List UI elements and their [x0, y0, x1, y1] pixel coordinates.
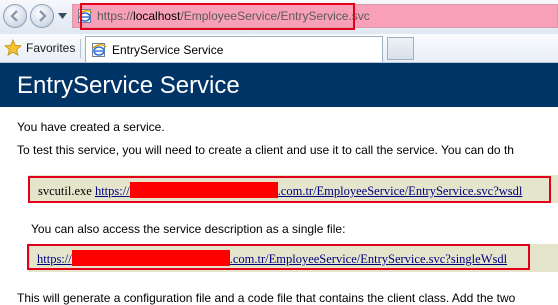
singlewsdl-highlight-box	[27, 244, 530, 270]
forward-icon	[39, 10, 47, 22]
wsdl-highlight-box	[28, 176, 551, 203]
favorites-star-icon	[4, 39, 22, 57]
recent-pages-icon[interactable]	[58, 12, 67, 20]
new-tab-button[interactable]	[387, 37, 414, 60]
generate-text: This will generate a configuration file …	[17, 291, 516, 305]
intro-text: You have created a service.	[17, 120, 165, 134]
test-instructions-text: To test this service, you will need to c…	[17, 143, 514, 157]
toolbar-separator	[80, 39, 81, 58]
forward-button[interactable]	[30, 4, 54, 28]
back-button[interactable]	[3, 4, 27, 28]
address-highlight-box	[80, 3, 355, 30]
single-file-text: You can also access the service descript…	[31, 222, 346, 236]
tab-title: EntryService Service	[112, 43, 224, 57]
back-icon	[10, 10, 18, 22]
favorites-bar: Favorites EntryService Service	[0, 34, 558, 63]
tab-entryservice[interactable]: EntryService Service	[85, 36, 383, 62]
favorites-label: Favorites	[26, 41, 76, 55]
page-title: EntryService Service	[17, 72, 240, 99]
ie-page-icon	[92, 43, 107, 57]
